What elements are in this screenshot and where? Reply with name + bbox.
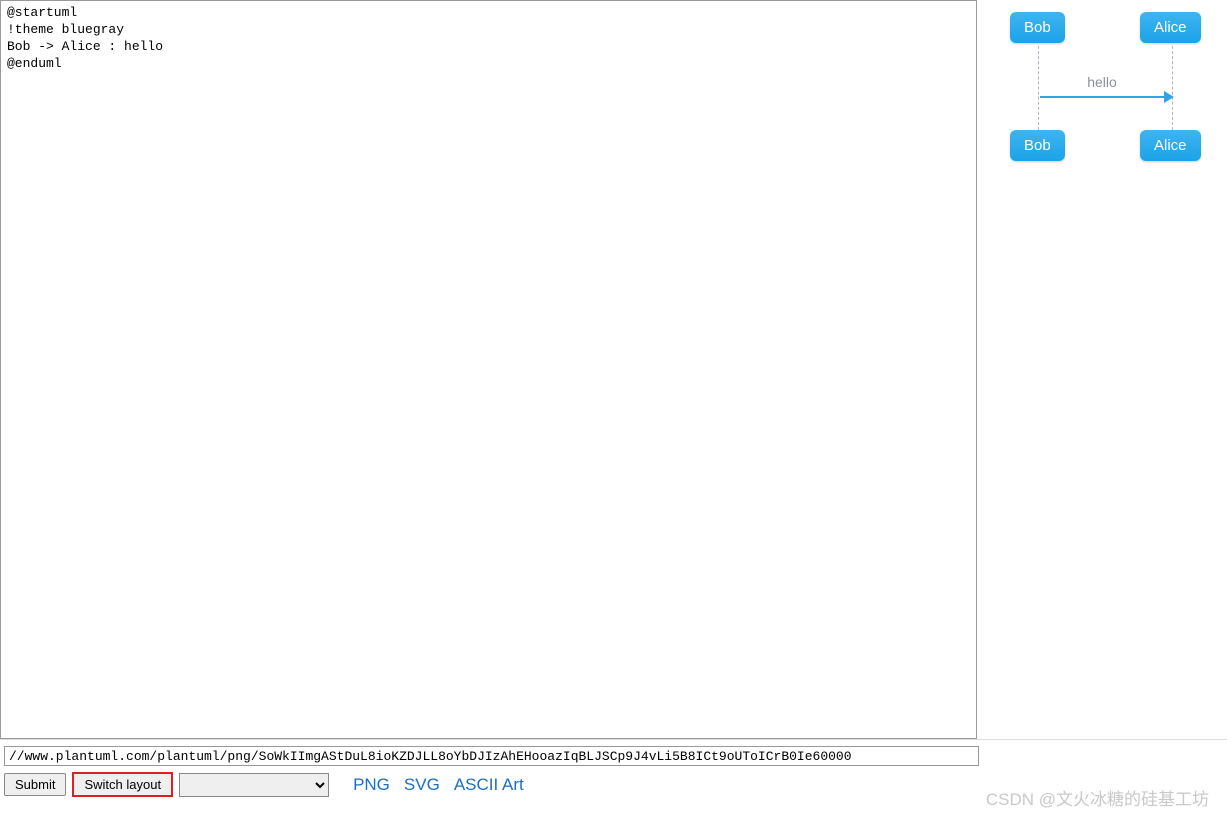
participant-alice-top: Alice xyxy=(1140,12,1201,43)
switch-layout-button[interactable]: Switch layout xyxy=(72,772,173,797)
submit-button[interactable]: Submit xyxy=(4,773,66,796)
participant-bob-bottom: Bob xyxy=(1010,130,1065,161)
url-input[interactable] xyxy=(4,746,979,766)
controls-row: Submit Switch layout PNG SVG ASCII Art xyxy=(4,772,1223,797)
format-links: PNG SVG ASCII Art xyxy=(353,775,524,795)
participant-bob-top: Bob xyxy=(1010,12,1065,43)
message-arrow xyxy=(1040,96,1168,98)
diagram-preview: Bob Alice hello Bob Alice xyxy=(977,0,1227,739)
theme-select[interactable] xyxy=(179,773,329,797)
svg-link[interactable]: SVG xyxy=(404,775,440,795)
bottom-bar: Submit Switch layout PNG SVG ASCII Art xyxy=(0,740,1227,797)
sequence-diagram: Bob Alice hello Bob Alice xyxy=(992,12,1212,192)
arrow-head-icon xyxy=(1164,91,1174,103)
png-link[interactable]: PNG xyxy=(353,775,390,795)
message-label: hello xyxy=(992,74,1212,90)
participant-alice-bottom: Alice xyxy=(1140,130,1201,161)
code-editor[interactable]: @startuml !theme bluegray Bob -> Alice :… xyxy=(0,0,977,739)
ascii-art-link[interactable]: ASCII Art xyxy=(454,775,524,795)
